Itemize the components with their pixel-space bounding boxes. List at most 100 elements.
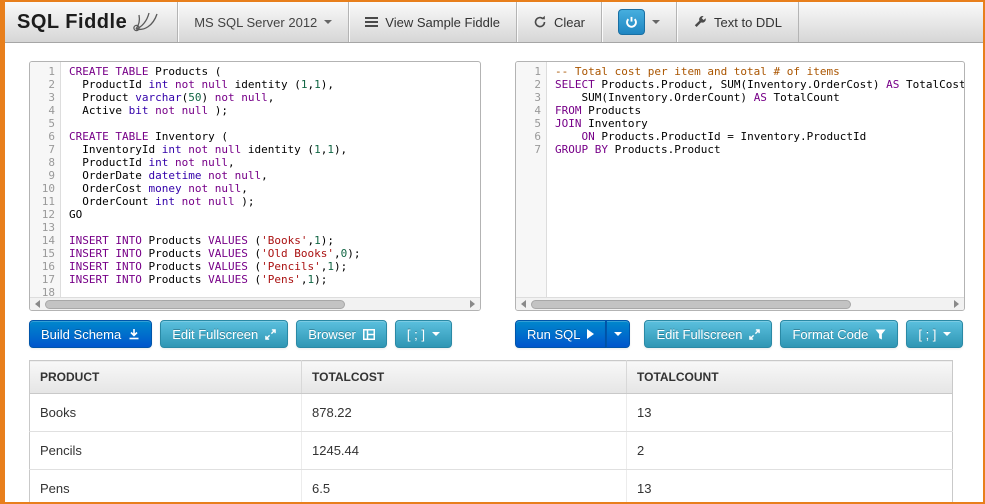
editor-area: 1 CREATE TABLE Products (2 ProductId int …	[29, 61, 965, 311]
line-number: 6	[48, 130, 55, 143]
query-editor[interactable]: 1 -- Total cost per item and total # of i…	[515, 61, 965, 311]
line-number: 10	[41, 182, 55, 195]
run-sql-button[interactable]: Run SQL	[515, 320, 607, 348]
table-row: Pens 6.5 13	[29, 469, 953, 502]
schema-editor[interactable]: 1 CREATE TABLE Products (2 ProductId int …	[29, 61, 481, 311]
code-line: 1 CREATE TABLE Products (	[30, 65, 480, 78]
db-version-label: MS SQL Server 2012	[194, 14, 318, 30]
terminator-label: [ ; ]	[406, 326, 425, 342]
run-sql-split: Run SQL	[515, 320, 631, 348]
code-line: 1 -- Total cost per item and total # of i…	[516, 65, 964, 78]
query-code-area[interactable]: 1 -- Total cost per item and total # of i…	[516, 62, 964, 297]
line-number: 3	[48, 91, 55, 104]
table-cell: Pencils	[29, 431, 302, 470]
edit-fullscreen-schema-button[interactable]: Edit Fullscreen	[160, 320, 289, 348]
horizontal-scrollbar[interactable]	[516, 297, 964, 310]
line-number: 4	[48, 104, 55, 117]
code-line: 14 INSERT INTO Products VALUES ('Books',1…	[30, 234, 480, 247]
line-number: 5	[534, 117, 541, 130]
table-cell: 2	[626, 431, 953, 470]
table-row: Books 878.22 13	[29, 393, 953, 432]
filter-icon	[875, 328, 886, 340]
terminator-label: [ ; ]	[918, 326, 937, 342]
build-schema-label: Build Schema	[41, 326, 122, 342]
build-schema-button[interactable]: Build Schema	[29, 320, 153, 348]
horizontal-scrollbar[interactable]	[30, 297, 480, 310]
terminator-schema-button[interactable]: [ ; ]	[394, 320, 452, 348]
code-line: 12 GO	[30, 208, 480, 221]
scroll-right-button[interactable]	[949, 298, 964, 310]
code-line: 4 FROM Products	[516, 104, 964, 117]
sample-list-icon	[365, 17, 379, 27]
power-button[interactable]	[618, 9, 646, 35]
line-number: 18	[41, 286, 55, 297]
table-cell: 13	[626, 393, 953, 432]
line-number: 14	[41, 234, 55, 247]
db-version-select[interactable]: MS SQL Server 2012	[178, 2, 350, 42]
browser-button[interactable]: Browser	[296, 320, 387, 348]
table-cell: 13	[626, 469, 953, 502]
toolbar: SQL Fiddle MS SQL Server 2012 View Sampl…	[5, 2, 983, 43]
column-header-totalcost: TOTALCOST	[301, 360, 627, 394]
browser-label: Browser	[308, 326, 356, 342]
line-number: 6	[534, 130, 541, 143]
download-icon	[129, 329, 139, 340]
fullscreen-icon	[749, 328, 761, 340]
code-line: 15 INSERT INTO Products VALUES ('Old Book…	[30, 247, 480, 260]
scrollbar-thumb[interactable]	[45, 299, 345, 309]
line-number: 7	[48, 143, 55, 156]
column-header-totalcount: TOTALCOUNT	[626, 360, 953, 394]
scroll-right-button[interactable]	[465, 298, 480, 310]
results-table: PRODUCT TOTALCOST TOTALCOUNT Books 878.22…	[29, 360, 953, 502]
scroll-left-button[interactable]	[516, 298, 531, 310]
code-line: 6 CREATE TABLE Inventory (	[30, 130, 480, 143]
code-line: 5 JOIN Inventory	[516, 117, 964, 130]
text-to-ddl-button[interactable]: Text to DDL	[677, 2, 799, 42]
chevron-down-icon	[431, 332, 440, 336]
edit-fullscreen-label: Edit Fullscreen	[656, 326, 743, 342]
table-icon	[362, 328, 375, 340]
table-cell: 1245.44	[301, 431, 627, 470]
edit-fullscreen-query-button[interactable]: Edit Fullscreen	[644, 320, 773, 348]
table-cell: 878.22	[301, 393, 627, 432]
line-number: 13	[41, 221, 55, 234]
chevron-down-icon	[324, 20, 333, 24]
chevron-down-icon	[614, 332, 623, 336]
line-number: 9	[48, 169, 55, 182]
wrench-icon	[694, 16, 706, 27]
results-header-row: PRODUCT TOTALCOST TOTALCOUNT	[29, 360, 953, 394]
code-line: 7 InventoryId int not null identity (1,1…	[30, 143, 480, 156]
line-number: 15	[41, 247, 55, 260]
line-number: 11	[41, 195, 55, 208]
code-line: 18	[30, 286, 480, 297]
run-sql-dropdown-button[interactable]	[606, 320, 631, 348]
sql-fiddle-page: SQL Fiddle MS SQL Server 2012 View Sampl…	[0, 0, 985, 504]
scroll-left-button[interactable]	[30, 298, 45, 310]
edit-fullscreen-label: Edit Fullscreen	[172, 326, 259, 342]
schema-code-area[interactable]: 1 CREATE TABLE Products (2 ProductId int …	[30, 62, 480, 297]
code-line: 2 SELECT Products.Product, SUM(Inventory.…	[516, 78, 964, 91]
code-line: 10 OrderCost money not null,	[30, 182, 480, 195]
clear-label: Clear	[553, 14, 586, 30]
view-sample-fiddle-button[interactable]: View Sample Fiddle	[349, 2, 517, 42]
table-cell: Books	[29, 393, 302, 432]
format-code-label: Format Code	[792, 326, 869, 342]
line-number: 2	[534, 78, 541, 91]
scrollbar-thumb[interactable]	[531, 299, 851, 309]
code-line: 3 Product varchar(50) not null,	[30, 91, 480, 104]
line-number: 1	[534, 65, 541, 78]
fiddle-logo-icon	[133, 12, 158, 32]
table-cell: Pens	[29, 469, 302, 502]
line-number: 2	[48, 78, 55, 91]
line-number: 8	[48, 156, 55, 169]
power-dropdown-caret[interactable]	[652, 20, 661, 24]
code-line: 16 INSERT INTO Products VALUES ('Pencils'…	[30, 260, 480, 273]
fullscreen-icon	[265, 328, 276, 340]
chevron-down-icon	[943, 332, 952, 336]
terminator-query-button[interactable]: [ ; ]	[906, 320, 964, 348]
format-code-button[interactable]: Format Code	[780, 320, 899, 348]
code-line: 5	[30, 117, 480, 130]
clear-button[interactable]: Clear	[517, 2, 603, 42]
view-sample-label: View Sample Fiddle	[385, 14, 500, 30]
line-number: 4	[534, 104, 541, 117]
